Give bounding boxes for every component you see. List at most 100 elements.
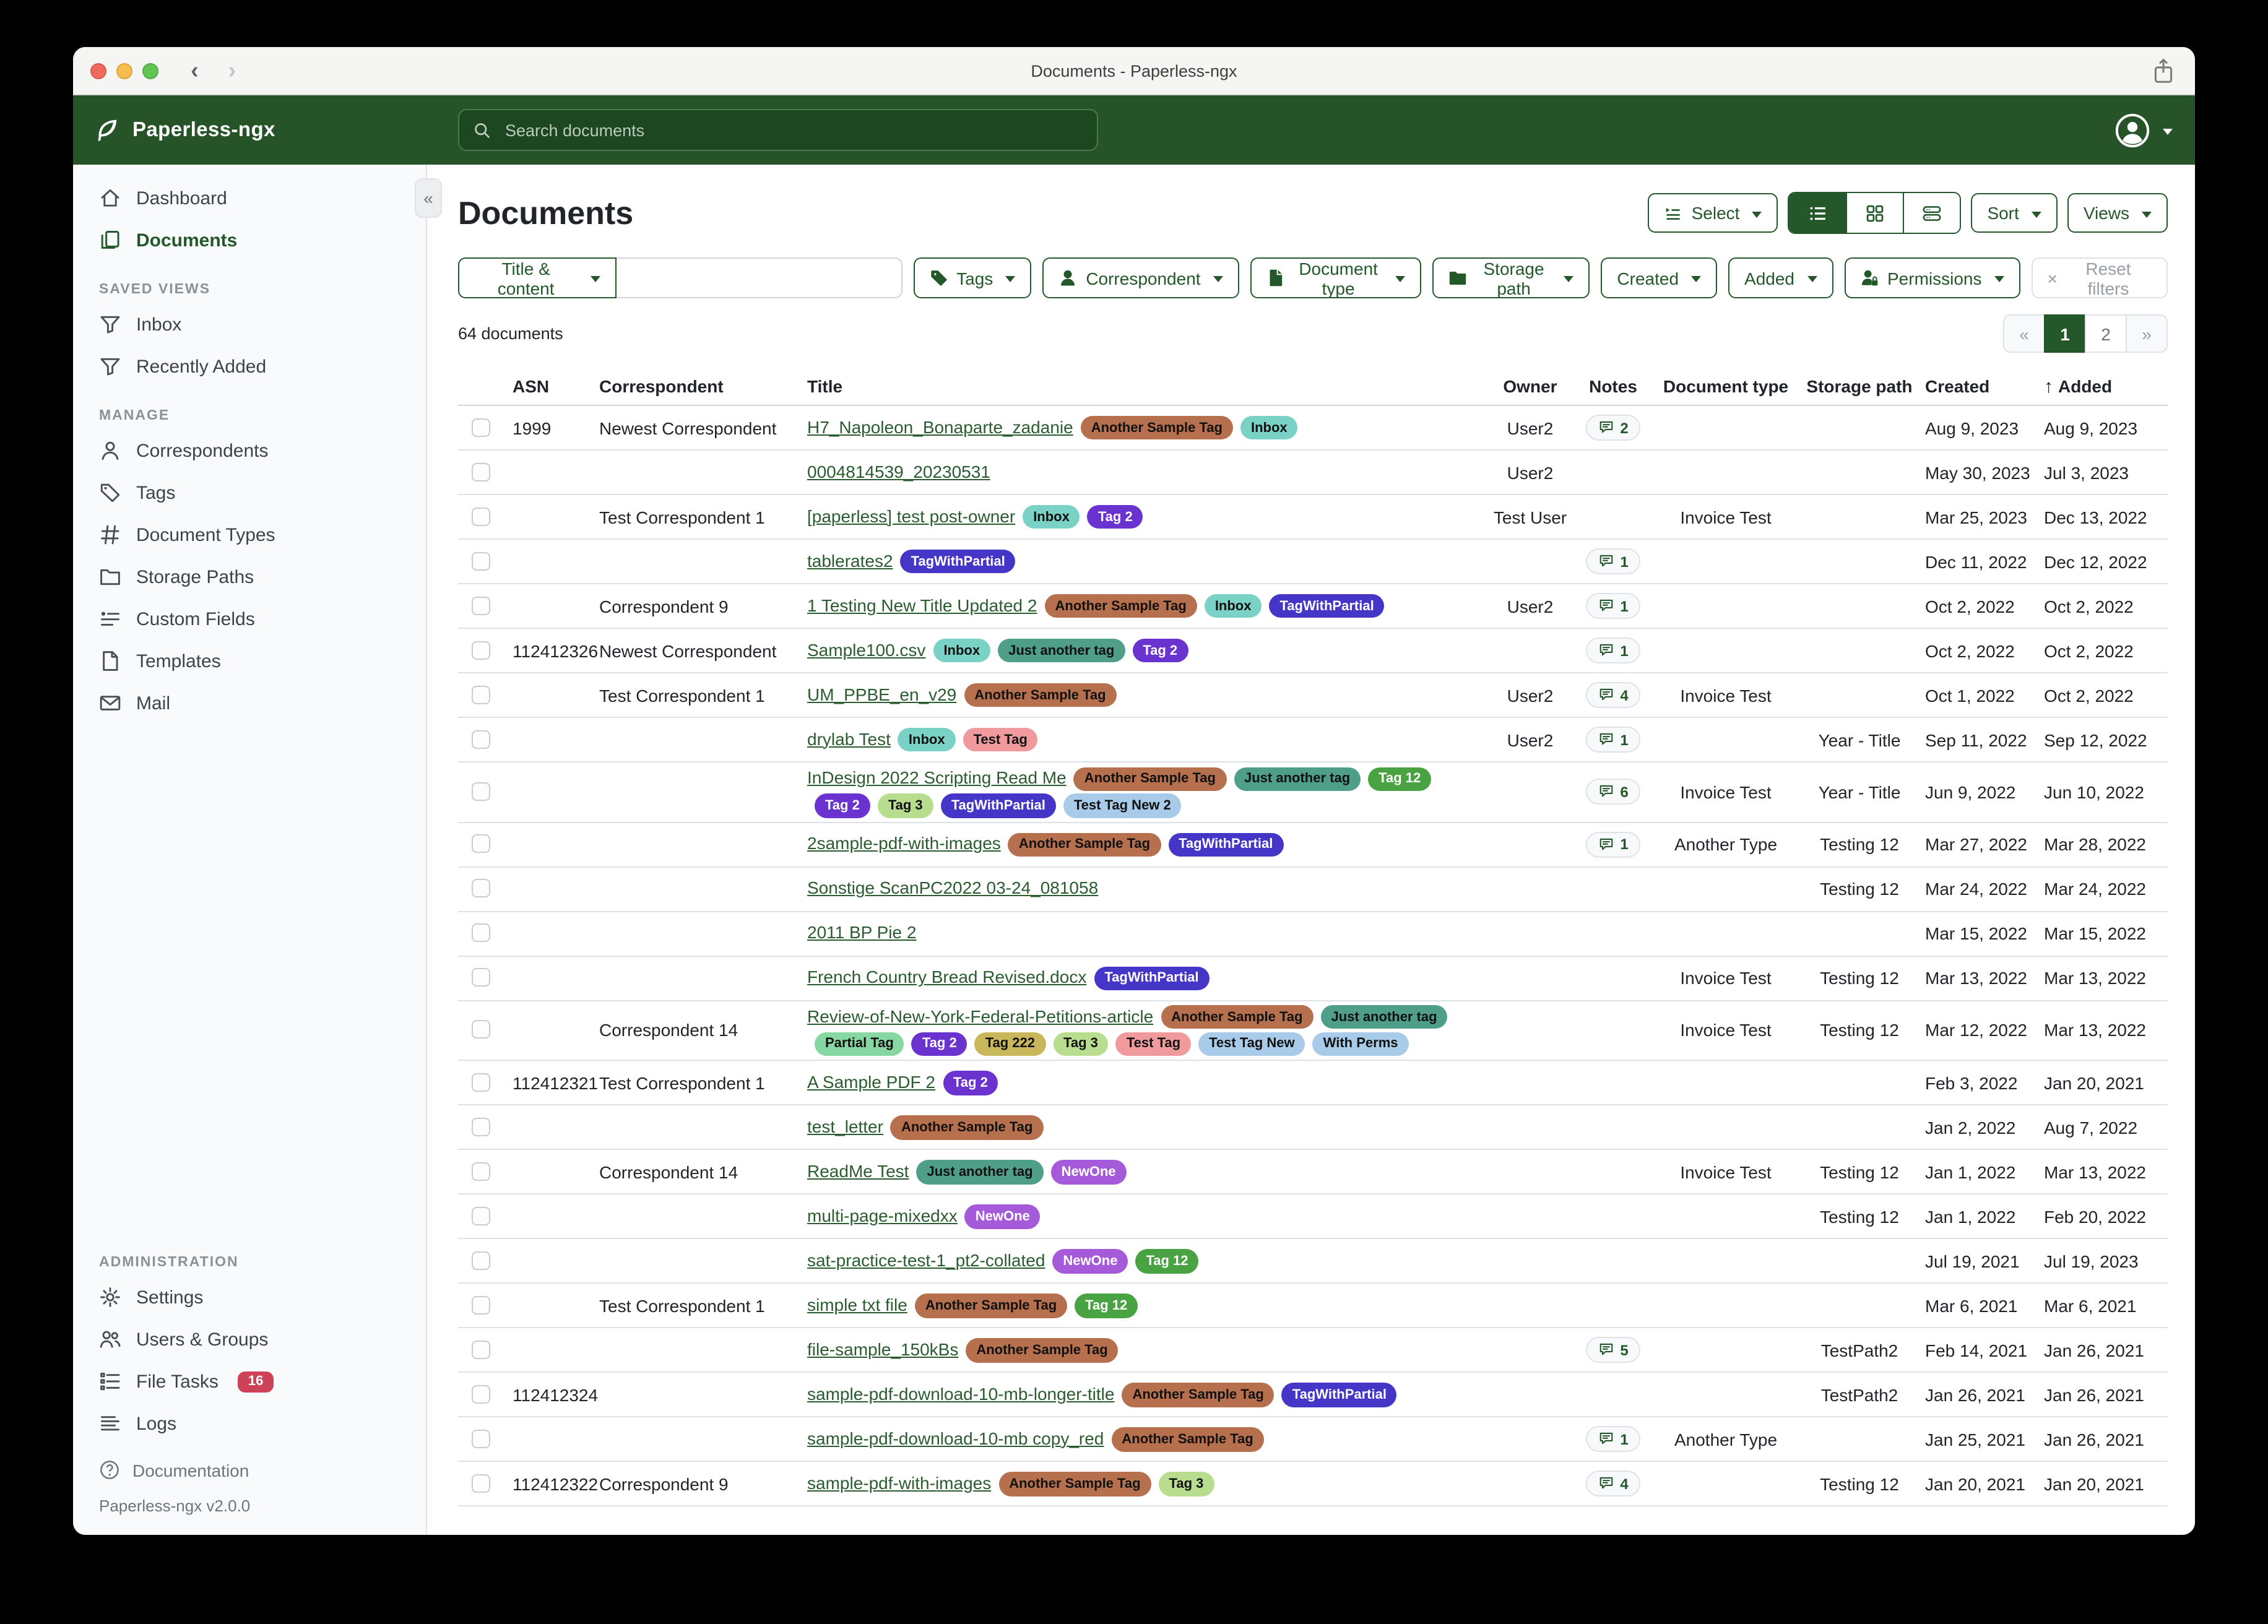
tag-badge[interactable]: Inbox [1023, 505, 1080, 529]
column-header-document-type[interactable]: Document type [1653, 376, 1799, 396]
filter-button-added[interactable]: Added [1728, 257, 1833, 298]
notes-badge[interactable]: 4 [1585, 682, 1640, 708]
tag-badge[interactable]: Another Sample Tag [891, 1116, 1043, 1140]
tag-badge[interactable]: Another Sample Tag [1122, 1383, 1274, 1407]
sidebar-item-inbox[interactable]: Inbox [73, 303, 426, 345]
pagination-next-button[interactable]: » [2126, 314, 2168, 353]
row-checkbox[interactable] [471, 1162, 490, 1180]
sidebar-item-dashboard[interactable]: Dashboard [73, 177, 426, 219]
sidebar-item-settings[interactable]: Settings [73, 1276, 426, 1318]
table-row[interactable]: 112412326 Newest Correspondent Sample100… [458, 629, 2168, 673]
tag-badge[interactable]: Another Sample Tag [964, 683, 1116, 707]
column-header-asn[interactable]: ASN [503, 376, 599, 396]
view-cards-button[interactable] [1903, 193, 1960, 233]
table-row[interactable]: 0004814539_20230531 User2 May 30, 2023 J… [458, 451, 2168, 495]
tag-badge[interactable]: Inbox [898, 728, 956, 752]
document-title-link[interactable]: file-sample_150kBs [807, 1339, 958, 1359]
sidebar-item-users-groups[interactable]: Users & Groups [73, 1318, 426, 1360]
sidebar-item-document-types[interactable]: Document Types [73, 514, 426, 556]
document-title-link[interactable]: H7_Napoleon_Bonaparte_zadanie [807, 417, 1073, 436]
row-checkbox[interactable] [471, 462, 490, 481]
tag-badge[interactable]: TagWithPartial [1094, 966, 1209, 990]
sort-button[interactable]: Sort [1971, 193, 2057, 233]
filter-button-document-type[interactable]: Document type [1250, 257, 1422, 298]
table-row[interactable]: Test Correspondent 1 simple txt fileAnot… [458, 1284, 2168, 1328]
tag-badge[interactable]: Another Sample Tag [1081, 416, 1233, 440]
tag-badge[interactable]: Tag 3 [1053, 1032, 1109, 1056]
tag-badge[interactable]: Tag 2 [1132, 639, 1188, 663]
tag-badge[interactable]: Tag 2 [912, 1032, 967, 1056]
row-checkbox[interactable] [471, 834, 490, 853]
row-checkbox[interactable] [471, 507, 490, 525]
reset-filters-button[interactable]: × Reset filters [2032, 257, 2168, 298]
tag-badge[interactable]: NewOne [965, 1205, 1041, 1229]
table-row[interactable]: Test Correspondent 1 UM_PPBE_en_v29Anoth… [458, 673, 2168, 718]
sidebar-collapse-button[interactable]: « [415, 178, 442, 218]
row-checkbox[interactable] [471, 551, 490, 570]
tag-badge[interactable]: Another Sample Tag [915, 1294, 1067, 1318]
tag-badge[interactable]: Another Sample Tag [1074, 767, 1226, 791]
tag-badge[interactable]: Tag 2 [1088, 505, 1143, 529]
tag-badge[interactable]: TagWithPartial [901, 550, 1016, 574]
notes-badge[interactable]: 1 [1585, 1426, 1640, 1452]
tag-badge[interactable]: Test Tag New [1198, 1032, 1305, 1056]
tag-badge[interactable]: Another Sample Tag [998, 1472, 1151, 1497]
document-title-link[interactable]: ReadMe Test [807, 1161, 909, 1181]
tag-badge[interactable]: TagWithPartial [1270, 594, 1385, 618]
row-checkbox[interactable] [471, 782, 490, 801]
document-title-link[interactable]: French Country Bread Revised.docx [807, 967, 1086, 987]
row-checkbox[interactable] [471, 730, 490, 748]
row-checkbox[interactable] [471, 1429, 490, 1448]
tag-badge[interactable]: Another Sample Tag [1045, 594, 1197, 618]
table-row[interactable]: file-sample_150kBsAnother Sample Tag 5 T… [458, 1328, 2168, 1373]
row-checkbox[interactable] [471, 641, 490, 659]
column-header-created[interactable]: Created [1920, 376, 2039, 396]
tag-badge[interactable]: Tag 3 [878, 794, 933, 818]
document-title-link[interactable]: Sample100.csv [807, 639, 925, 659]
tag-badge[interactable]: Test Tag [963, 728, 1038, 752]
tag-badge[interactable]: Tag 3 [1159, 1472, 1214, 1497]
pagination-prev-button[interactable]: « [2003, 314, 2045, 353]
document-title-link[interactable]: simple txt file [807, 1295, 907, 1315]
notes-badge[interactable]: 1 [1585, 593, 1640, 619]
sidebar-item-file-tasks[interactable]: File Tasks16 [73, 1360, 426, 1402]
title-content-input[interactable] [616, 257, 902, 298]
row-checkbox[interactable] [471, 1384, 490, 1403]
document-title-link[interactable]: 1 Testing New Title Updated 2 [807, 595, 1037, 615]
tag-badge[interactable]: Tag 2 [943, 1071, 998, 1095]
sidebar-item-custom-fields[interactable]: Custom Fields [73, 598, 426, 640]
sidebar-item-mail[interactable]: Mail [73, 682, 426, 724]
row-checkbox[interactable] [471, 1117, 490, 1136]
tag-badge[interactable]: Another Sample Tag [1008, 832, 1161, 857]
document-title-link[interactable]: sample-pdf-with-images [807, 1473, 991, 1493]
tag-badge[interactable]: Just another tag [998, 639, 1125, 663]
column-header-correspondent[interactable]: Correspondent [599, 376, 807, 396]
brand[interactable]: Paperless-ngx [73, 117, 458, 143]
table-row[interactable]: Correspondent 14 ReadMe TestJust another… [458, 1150, 2168, 1194]
table-row[interactable]: Correspondent 14 Review-of-New-York-Fede… [458, 1001, 2168, 1061]
notes-badge[interactable]: 1 [1585, 548, 1640, 574]
document-title-link[interactable]: InDesign 2022 Scripting Read Me [807, 767, 1067, 787]
table-row[interactable]: Test Correspondent 1 [paperless] test po… [458, 495, 2168, 540]
tag-badge[interactable]: TagWithPartial [941, 794, 1056, 818]
table-row[interactable]: Correspondent 9 1 Testing New Title Upda… [458, 584, 2168, 629]
filter-button-created[interactable]: Created [1601, 257, 1717, 298]
column-header-storage-path[interactable]: Storage path [1799, 376, 1920, 396]
document-title-link[interactable]: sample-pdf-download-10-mb copy_red [807, 1428, 1104, 1448]
filter-button-permissions[interactable]: Permissions [1844, 257, 2020, 298]
row-checkbox[interactable] [471, 596, 490, 615]
notes-badge[interactable]: 1 [1585, 727, 1640, 753]
table-row[interactable]: tablerates2TagWithPartial 1 Dec 11, 2022… [458, 540, 2168, 584]
tag-badge[interactable]: Inbox [933, 639, 990, 663]
tag-badge[interactable]: With Perms [1313, 1032, 1409, 1056]
row-checkbox[interactable] [471, 923, 490, 942]
document-title-link[interactable]: sat-practice-test-1_pt2-collated [807, 1250, 1045, 1270]
tag-badge[interactable]: Just another tag [1320, 1005, 1447, 1029]
row-checkbox[interactable] [471, 418, 490, 436]
table-row[interactable]: InDesign 2022 Scripting Read Me Another S… [458, 762, 2168, 823]
column-header-notes[interactable]: Notes [1573, 376, 1653, 396]
row-checkbox[interactable] [471, 1206, 490, 1225]
notes-badge[interactable]: 5 [1585, 1337, 1640, 1363]
tag-badge[interactable]: Another Sample Tag [966, 1339, 1118, 1363]
notes-badge[interactable]: 6 [1585, 779, 1640, 805]
